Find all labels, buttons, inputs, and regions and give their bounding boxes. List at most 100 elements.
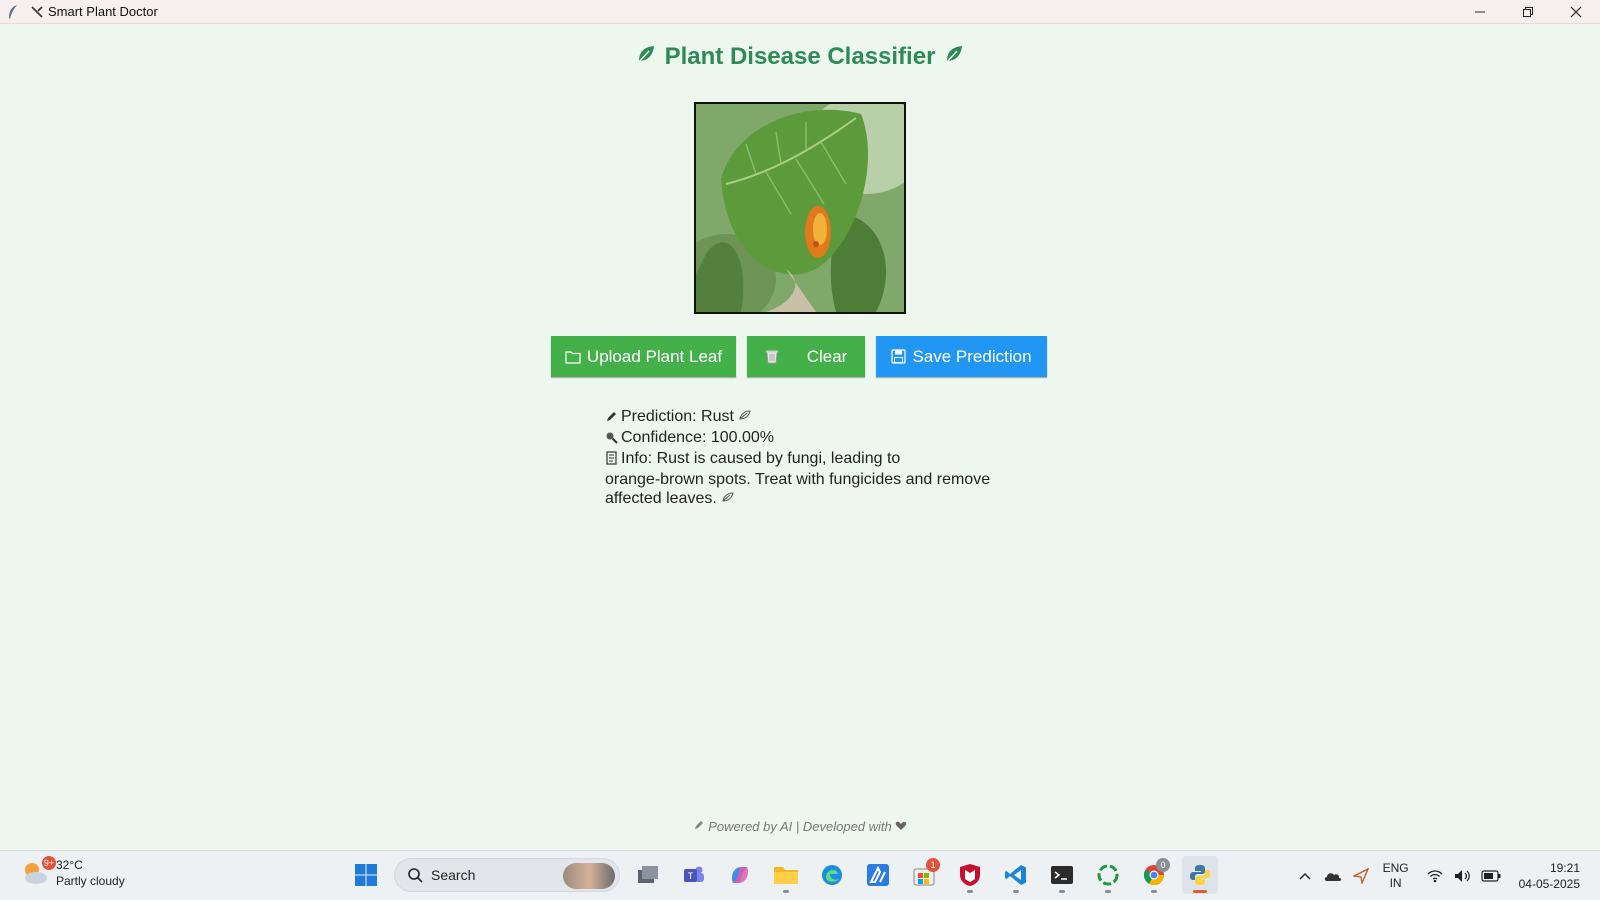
info-text-line2: orange-brown spots. Treat with fungicide… (605, 471, 991, 488)
restore-icon (1523, 7, 1533, 17)
edge-icon (822, 865, 842, 885)
maximize-button[interactable] (1504, 0, 1552, 24)
clock-time: 19:21 (1549, 861, 1580, 875)
window-title: Smart Plant Doctor (48, 4, 158, 19)
taskbar-search[interactable]: Search (394, 858, 620, 892)
taskbar-edge[interactable] (814, 856, 850, 894)
feather-icon (6, 4, 20, 20)
minimize-icon (1475, 11, 1485, 13)
taskbar-store-app[interactable] (860, 856, 896, 894)
running-indicator (783, 890, 789, 893)
taskbar-file-explorer[interactable] (768, 856, 804, 894)
pencil-icon (605, 409, 621, 428)
taskbar-task-view[interactable] (630, 856, 666, 894)
confidence-text: Confidence: 100.00% (621, 429, 774, 446)
taskbar-mcafee[interactable] (952, 856, 988, 894)
onedrive-button[interactable] (1319, 861, 1347, 891)
weather-temp: 32°C (56, 858, 83, 872)
clock-date: 04-05-2025 (1518, 877, 1580, 891)
upload-leaf-button[interactable]: Upload Plant Leaf (551, 336, 736, 377)
search-highlight-image (563, 863, 615, 889)
store-badge: 1 (926, 858, 940, 872)
location-button[interactable] (1347, 861, 1375, 891)
taskbar-copilot[interactable] (722, 856, 758, 894)
copilot-icon (732, 867, 748, 883)
windows-logo-icon (355, 864, 377, 886)
speaker-icon (1454, 870, 1470, 882)
show-hidden-icons-button[interactable] (1291, 861, 1319, 891)
trash-icon (765, 349, 779, 364)
start-button[interactable] (348, 856, 384, 894)
heart-icon (895, 819, 907, 834)
svg-text:T: T (688, 871, 694, 881)
chrome-badge: 0 (1156, 858, 1170, 872)
tools-icon (30, 5, 44, 19)
app-icon (867, 864, 889, 886)
volume-button[interactable] (1449, 861, 1477, 891)
weather-icon: 9+ (20, 856, 56, 888)
taskbar-chrome[interactable]: 0 (1136, 856, 1172, 894)
herb-icon (721, 490, 735, 507)
running-indicator (1059, 890, 1065, 893)
app-heading: Plant Disease Classifier (0, 43, 1600, 72)
close-icon (1570, 6, 1582, 18)
footer-text: Powered by AI | Developed with (708, 819, 892, 834)
info-text: Info: Rust is caused by fungi, leading t… (621, 450, 901, 467)
vscode-icon (1005, 865, 1026, 885)
taskbar-ring-app[interactable] (1090, 856, 1126, 894)
battery-button[interactable] (1477, 861, 1505, 891)
app-main: Plant Disease Classifier Upload Plant Le… (0, 25, 1600, 850)
clock[interactable]: 19:21 04-05-2025 (1519, 860, 1580, 892)
wifi-icon (1427, 870, 1443, 883)
save-prediction-button[interactable]: Save Prediction (876, 336, 1047, 377)
battery-icon (1481, 870, 1501, 882)
running-indicator (1151, 890, 1157, 893)
taskbar-vscode[interactable] (998, 856, 1034, 894)
search-label: Search (431, 867, 476, 883)
running-indicator (1013, 890, 1019, 893)
magnifier-icon (605, 430, 621, 449)
folder-icon (565, 350, 581, 364)
system-tray: ENG IN 19:21 04-05-2025 (1291, 851, 1600, 900)
lang-code: ENG (1382, 861, 1409, 875)
info-text-line3: affected leaves. (605, 490, 717, 507)
leaf-icon (635, 43, 657, 72)
task-view-icon (638, 866, 658, 883)
title-bar: Smart Plant Doctor (0, 0, 1600, 24)
clear-button[interactable]: Clear (747, 336, 865, 377)
close-button[interactable] (1552, 0, 1600, 24)
search-icon (408, 868, 423, 883)
minimize-button[interactable] (1456, 0, 1504, 24)
wifi-button[interactable] (1421, 861, 1449, 891)
action-buttons: Upload Plant Leaf Clear Save Prediction (551, 336, 1047, 377)
teams-icon: T (684, 866, 704, 882)
cloud-icon (1324, 873, 1341, 881)
taskbar-terminal[interactable] (1044, 856, 1080, 894)
uploaded-leaf-image (694, 102, 906, 314)
weather-widget[interactable]: 9+ 32°C Partly cloudy (20, 856, 125, 889)
region-code: IN (1389, 876, 1402, 890)
save-button-label: Save Prediction (912, 346, 1032, 366)
folder-icon (774, 867, 798, 884)
taskbar: 9+ 32°C Partly cloudy Search T 1 0 ENG I… (0, 850, 1600, 900)
chevron-up-icon (1299, 873, 1311, 880)
running-indicator (1105, 890, 1111, 893)
language-indicator[interactable]: ENG IN (1383, 861, 1409, 891)
ring-icon (1097, 864, 1119, 886)
scroll-icon (605, 451, 621, 470)
taskbar-teams[interactable]: T (676, 856, 712, 894)
prediction-text: Prediction: Rust (621, 408, 734, 425)
python-icon (1190, 865, 1210, 885)
footer: Powered by AI | Developed with (0, 819, 1600, 834)
active-indicator (1193, 890, 1207, 893)
taskbar-python[interactable] (1182, 856, 1218, 894)
herb-icon (738, 408, 752, 425)
shield-icon (960, 864, 980, 886)
taskbar-microsoft-store[interactable]: 1 (906, 856, 942, 894)
upload-button-label: Upload Plant Leaf (586, 346, 723, 366)
weather-condition: Partly cloudy (56, 874, 125, 888)
pencil-icon (693, 819, 705, 834)
heading-text: Plant Disease Classifier (664, 43, 936, 70)
weather-badge: 9+ (42, 856, 56, 870)
location-arrow-icon (1352, 868, 1369, 884)
